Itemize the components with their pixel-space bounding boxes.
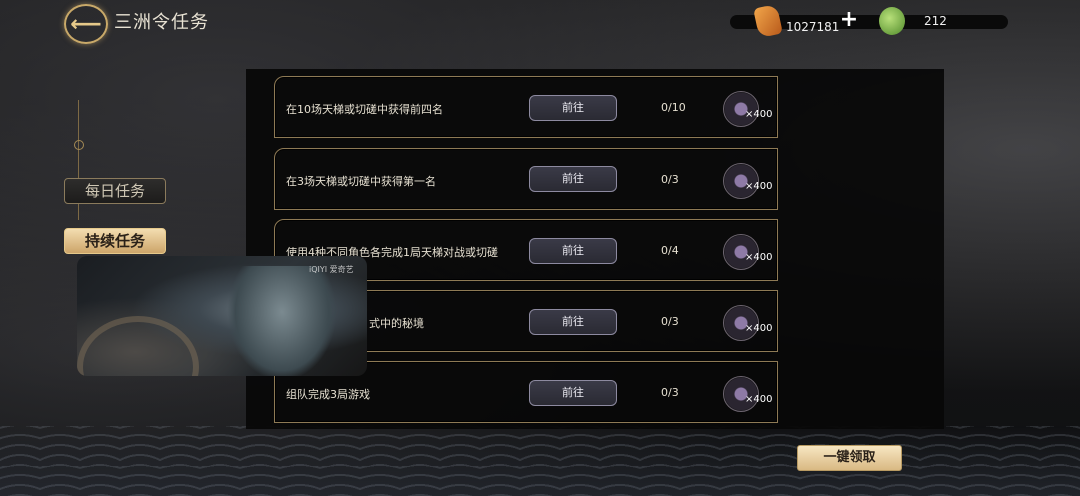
task-progress: 0/10: [661, 101, 686, 114]
video-figure: [227, 266, 337, 376]
claim-all-button[interactable]: 一键领取: [797, 445, 902, 471]
go-button[interactable]: 前往: [529, 238, 617, 264]
gold-amount: 1027181: [786, 20, 840, 34]
reward-amount: ×400: [745, 323, 773, 334]
side-ornament: [74, 140, 84, 150]
plus-icon: +: [839, 7, 859, 32]
tab-daily-tasks[interactable]: 每日任务: [64, 178, 166, 204]
go-button[interactable]: 前往: [529, 380, 617, 406]
back-button[interactable]: ⟵: [64, 4, 108, 44]
task-description: 式中的秘境: [369, 317, 424, 330]
jade-green-icon: [879, 7, 905, 35]
go-button[interactable]: 前往: [529, 95, 617, 121]
task-progress: 0/3: [661, 315, 679, 328]
gem-orange-icon: [753, 3, 783, 39]
task-progress: 0/3: [661, 386, 679, 399]
page-title: 三洲令任务: [114, 12, 209, 33]
task-progress: 0/3: [661, 173, 679, 186]
go-button[interactable]: 前往: [529, 309, 617, 335]
tab-ongoing-tasks[interactable]: 持续任务: [64, 228, 166, 254]
task-row: 在3场天梯或切磋中获得第一名 0/3 ×400: [274, 148, 778, 210]
video-wheel: [77, 316, 199, 376]
video-watermark: iQIYI 爱奇艺: [309, 265, 354, 274]
reward-amount: ×400: [745, 252, 773, 263]
task-progress: 0/4: [661, 244, 679, 257]
task-description: 组队完成3局游戏: [286, 388, 370, 401]
floating-video-player[interactable]: iQIYI 爱奇艺: [77, 256, 367, 376]
go-button[interactable]: 前往: [529, 166, 617, 192]
reward-amount: ×400: [745, 181, 773, 192]
task-row: 在10场天梯或切磋中获得前四名 0/10 ×400: [274, 76, 778, 138]
task-description: 在3场天梯或切磋中获得第一名: [286, 175, 436, 188]
jade-amount: 212: [924, 14, 947, 28]
reward-amount: ×400: [745, 394, 773, 405]
add-currency-button[interactable]: +: [838, 9, 860, 31]
task-description: 在10场天梯或切磋中获得前四名: [286, 103, 443, 116]
reward-amount: ×400: [745, 109, 773, 120]
wave-pattern: [0, 426, 1080, 496]
arrow-left-icon: ⟵: [70, 11, 102, 37]
